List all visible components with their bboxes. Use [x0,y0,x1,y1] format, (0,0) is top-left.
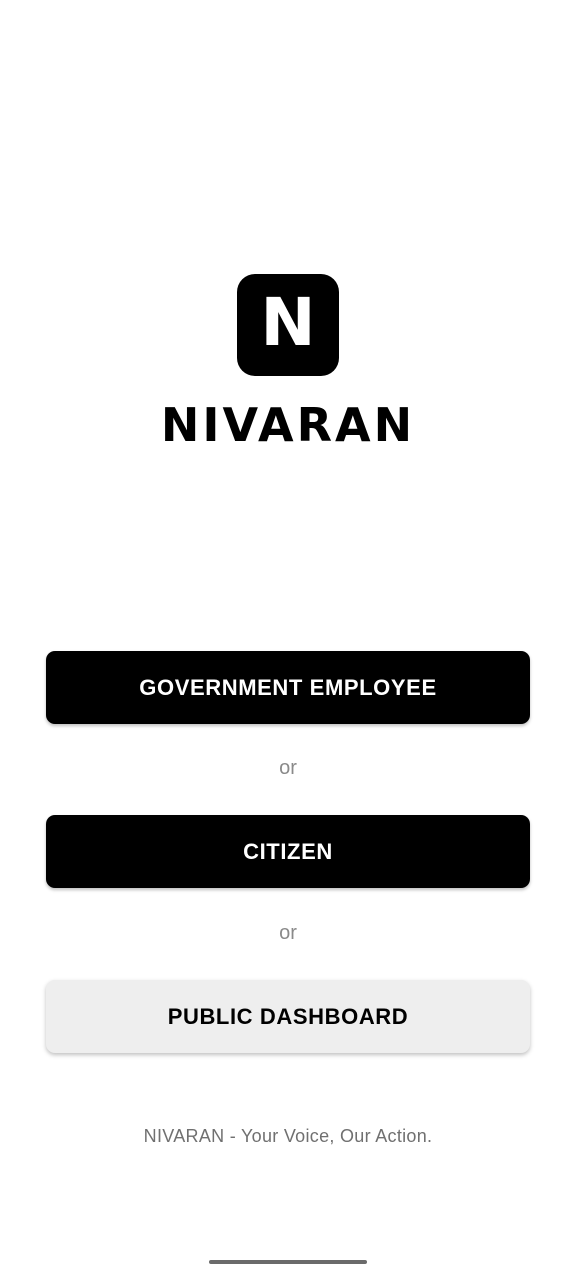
footer-tagline: NIVARAN - Your Voice, Our Action. [143,1126,433,1146]
home-indicator[interactable] [209,1260,367,1264]
app-logo: N [237,274,339,376]
or-separator-1: or [279,757,297,779]
citizen-button[interactable]: CITIZEN [46,815,530,888]
app-title: NIVARAN [160,398,416,452]
public-dashboard-button[interactable]: PUBLIC DASHBOARD [46,980,530,1053]
government-employee-button[interactable]: GOVERNMENT EMPLOYEE [46,651,530,724]
logo-letter: N [260,284,316,361]
or-separator-2: or [279,922,297,944]
